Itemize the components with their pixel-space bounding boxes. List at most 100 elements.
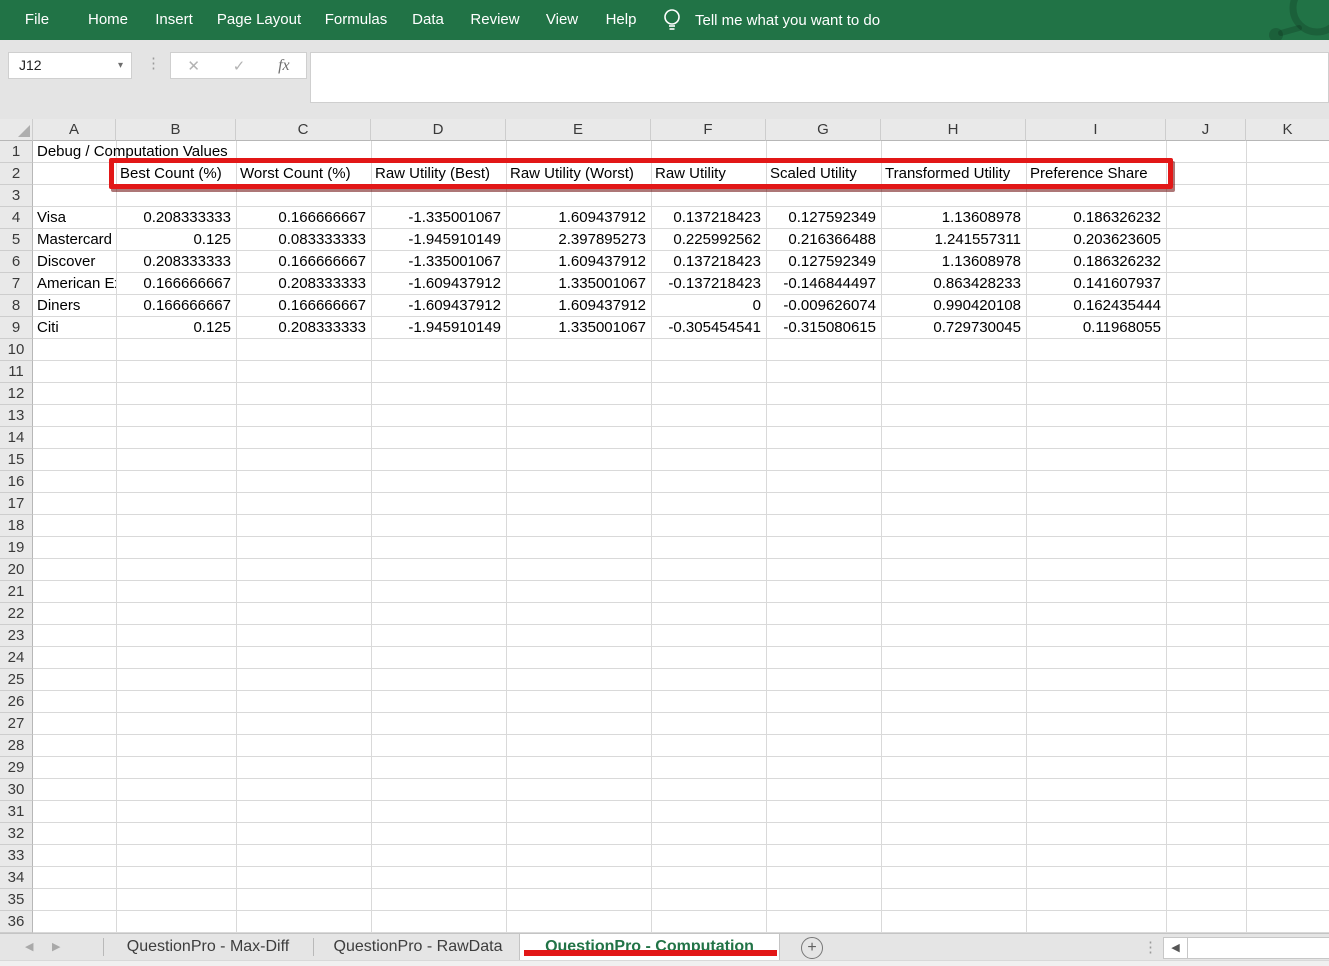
cell-B5[interactable]: 0.125 (116, 229, 236, 250)
row-header-28[interactable]: 28 (0, 735, 33, 757)
column-header-K[interactable]: K (1246, 119, 1329, 141)
menu-item-help[interactable]: Help (606, 0, 637, 40)
menu-item-data[interactable]: Data (412, 0, 444, 40)
row-header-6[interactable]: 6 (0, 251, 33, 273)
insert-function-icon[interactable]: fx (278, 57, 290, 75)
cell-A7-label[interactable]: American Express (33, 273, 116, 294)
enter-check-icon[interactable]: ✓ (233, 57, 246, 75)
menu-item-review[interactable]: Review (470, 0, 519, 40)
tellme-group[interactable]: Tell me what you want to do (663, 0, 880, 40)
row-header-19[interactable]: 19 (0, 537, 33, 559)
cell-D5[interactable]: -1.945910149 (371, 229, 506, 250)
cell-B8[interactable]: 0.166666667 (116, 295, 236, 316)
tab-scroll-right-icon[interactable]: ▶ (52, 934, 60, 961)
row-header-33[interactable]: 33 (0, 845, 33, 867)
drag-handle-icon[interactable]: ⋮ (146, 54, 161, 72)
row-header-15[interactable]: 15 (0, 449, 33, 471)
row-header-21[interactable]: 21 (0, 581, 33, 603)
cell-F8[interactable]: 0 (651, 295, 766, 316)
cell-I5[interactable]: 0.203623605 (1026, 229, 1166, 250)
column-header-B[interactable]: B (116, 119, 236, 141)
cell-B6[interactable]: 0.208333333 (116, 251, 236, 272)
cell-A4-label[interactable]: Visa (33, 207, 116, 228)
row-header-30[interactable]: 30 (0, 779, 33, 801)
new-sheet-button[interactable]: + (801, 937, 823, 959)
menu-item-file[interactable]: File (25, 0, 49, 40)
cell-I8[interactable]: 0.162435444 (1026, 295, 1166, 316)
cell-B7[interactable]: 0.166666667 (116, 273, 236, 294)
scroll-left-icon[interactable]: ◀ (1164, 938, 1188, 958)
row-header-1[interactable]: 1 (0, 141, 33, 163)
cell-C7[interactable]: 0.208333333 (236, 273, 371, 294)
sheet-tab-rawdata[interactable]: QuestionPro - RawData (320, 934, 516, 961)
cell-F7[interactable]: -0.137218423 (651, 273, 766, 294)
row-header-8[interactable]: 8 (0, 295, 33, 317)
row-header-7[interactable]: 7 (0, 273, 33, 295)
column-header-I[interactable]: I (1026, 119, 1166, 141)
cell-C6[interactable]: 0.166666667 (236, 251, 371, 272)
cell-H6[interactable]: 1.13608978 (881, 251, 1026, 272)
row-header-4[interactable]: 4 (0, 207, 33, 229)
name-box[interactable]: J12 ▾ (8, 52, 132, 79)
cell-A8-label[interactable]: Diners (33, 295, 116, 316)
row-header-18[interactable]: 18 (0, 515, 33, 537)
tab-scroll-left-icon[interactable]: ◀ (25, 934, 33, 961)
row-header-2[interactable]: 2 (0, 163, 33, 185)
cell-E4[interactable]: 1.609437912 (506, 207, 651, 228)
cell-F4[interactable]: 0.137218423 (651, 207, 766, 228)
cell-E9[interactable]: 1.335001067 (506, 317, 651, 338)
cell-C4[interactable]: 0.166666667 (236, 207, 371, 228)
column-header-A[interactable]: A (33, 119, 116, 141)
cell-A9-label[interactable]: Citi (33, 317, 116, 338)
row-header-16[interactable]: 16 (0, 471, 33, 493)
row-header-31[interactable]: 31 (0, 801, 33, 823)
row-header-12[interactable]: 12 (0, 383, 33, 405)
row-header-32[interactable]: 32 (0, 823, 33, 845)
row-header-22[interactable]: 22 (0, 603, 33, 625)
row-header-9[interactable]: 9 (0, 317, 33, 339)
cell-grid[interactable]: Debug / Computation ValuesBest Count (%)… (33, 141, 1329, 933)
formula-bar-input[interactable] (310, 52, 1329, 103)
cell-G9[interactable]: -0.315080615 (766, 317, 881, 338)
menu-item-home[interactable]: Home (88, 0, 128, 40)
row-header-17[interactable]: 17 (0, 493, 33, 515)
horizontal-scrollbar[interactable]: ◀ (1163, 937, 1329, 959)
cell-H8[interactable]: 0.990420108 (881, 295, 1026, 316)
row-header-35[interactable]: 35 (0, 889, 33, 911)
menu-item-insert[interactable]: Insert (155, 0, 193, 40)
column-header-H[interactable]: H (881, 119, 1026, 141)
cell-F5[interactable]: 0.225992562 (651, 229, 766, 250)
row-header-23[interactable]: 23 (0, 625, 33, 647)
row-header-20[interactable]: 20 (0, 559, 33, 581)
cell-C8[interactable]: 0.166666667 (236, 295, 371, 316)
cell-D9[interactable]: -1.945910149 (371, 317, 506, 338)
cancel-icon[interactable]: ✕ (187, 57, 200, 75)
cell-I6[interactable]: 0.186326232 (1026, 251, 1166, 272)
cell-H4[interactable]: 1.13608978 (881, 207, 1026, 228)
cell-G8[interactable]: -0.009626074 (766, 295, 881, 316)
row-header-24[interactable]: 24 (0, 647, 33, 669)
row-header-34[interactable]: 34 (0, 867, 33, 889)
cell-C5[interactable]: 0.083333333 (236, 229, 371, 250)
cell-B9[interactable]: 0.125 (116, 317, 236, 338)
sheet-tab-computation-active[interactable]: QuestionPro - Computation (519, 934, 780, 961)
sheet-tab-maxdiff[interactable]: QuestionPro - Max-Diff (110, 934, 306, 961)
column-header-C[interactable]: C (236, 119, 371, 141)
cell-D7[interactable]: -1.609437912 (371, 273, 506, 294)
chevron-down-icon[interactable]: ▾ (118, 53, 123, 78)
cell-D4[interactable]: -1.335001067 (371, 207, 506, 228)
cell-G6[interactable]: 0.127592349 (766, 251, 881, 272)
cell-I7[interactable]: 0.141607937 (1026, 273, 1166, 294)
row-header-10[interactable]: 10 (0, 339, 33, 361)
cell-H5[interactable]: 1.241557311 (881, 229, 1026, 250)
row-header-25[interactable]: 25 (0, 669, 33, 691)
select-all-corner[interactable] (0, 119, 33, 141)
cell-G4[interactable]: 0.127592349 (766, 207, 881, 228)
cell-E6[interactable]: 1.609437912 (506, 251, 651, 272)
cell-E8[interactable]: 1.609437912 (506, 295, 651, 316)
menu-item-page-layout[interactable]: Page Layout (217, 0, 301, 40)
cell-A5-label[interactable]: Mastercard (33, 229, 116, 250)
row-header-29[interactable]: 29 (0, 757, 33, 779)
menu-item-formulas[interactable]: Formulas (325, 0, 388, 40)
cell-D8[interactable]: -1.609437912 (371, 295, 506, 316)
